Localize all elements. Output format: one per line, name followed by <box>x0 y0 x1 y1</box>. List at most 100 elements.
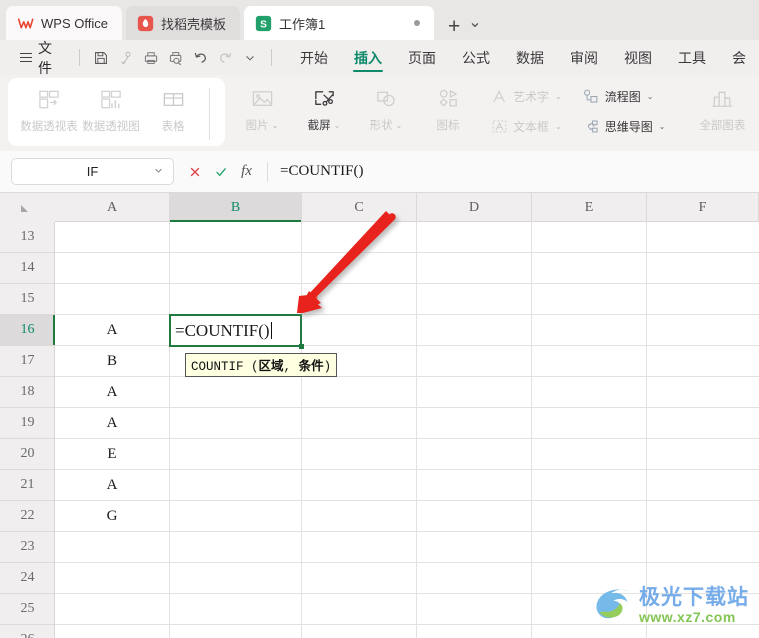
ribbon-tab-tools[interactable]: 工具 <box>665 40 719 75</box>
unsaved-indicator-dot <box>413 20 420 26</box>
chevron-down-icon[interactable]: ⌄ <box>659 122 666 131</box>
tab-label: WPS Office <box>41 15 108 31</box>
cell-a17[interactable]: B <box>55 346 169 377</box>
function-icon: fx <box>241 163 252 179</box>
all-charts-button[interactable]: 全部图表 <box>691 80 753 133</box>
all-charts-label: 全部图表 <box>699 120 746 132</box>
chevron-down-icon[interactable]: ⌄ <box>334 121 341 130</box>
cell-a18[interactable]: A <box>55 377 169 408</box>
row-header-22[interactable]: 22 <box>0 501 55 532</box>
chevron-down-icon[interactable]: ⌄ <box>272 121 279 130</box>
column-header-a[interactable]: A <box>55 193 170 222</box>
row-header-16[interactable]: 16 <box>0 315 55 346</box>
row-header-15[interactable]: 15 <box>0 284 55 315</box>
tab-wps-office-home[interactable]: WPS Office <box>6 6 122 40</box>
print-icon[interactable] <box>138 46 163 70</box>
ribbon-tab-formula[interactable]: 公式 <box>449 40 503 75</box>
row-header-14[interactable]: 14 <box>0 253 55 284</box>
formula-action-buttons: fx <box>183 160 258 183</box>
table-button[interactable]: 表格 <box>142 81 204 134</box>
share-icon[interactable] <box>114 46 139 70</box>
textbox-button[interactable]: 文本框 ⌄ <box>483 111 569 141</box>
tooltip-close-paren: ) <box>323 360 332 374</box>
icons-label: 图标 <box>436 120 460 132</box>
row-header-21[interactable]: 21 <box>0 470 55 501</box>
ribbon-tab-member[interactable]: 会 <box>719 40 759 75</box>
cell-a16[interactable]: A <box>55 315 169 346</box>
pivot-chart-button[interactable]: 数据透视图 <box>80 81 142 134</box>
ribbon-group-illustrations: 图片 ⌄ 截屏 ⌄ 形状 ⌄ 图标 <box>231 78 479 146</box>
row-header-13[interactable]: 13 <box>0 222 55 253</box>
ribbon-group-charts: 全部图表 ⌄ <box>691 78 759 146</box>
tab-workbook-1[interactable]: S 工作簿1 <box>243 6 434 40</box>
pivot-chart-icon <box>99 87 124 113</box>
tab-docer-template[interactable]: 找稻壳模板 <box>125 6 240 40</box>
ribbon-toolbar: 数据透视表 数据透视图 表格 图片 ⌄ 截屏 ⌄ 形状 ⌄ 图标 艺术字 ⌄ 文… <box>0 75 759 151</box>
flowchart-button[interactable]: 流程图 ⌄ <box>575 81 673 111</box>
icons-button[interactable]: 图标 <box>417 80 479 133</box>
pivot-table-button[interactable]: 数据透视表 <box>18 81 80 134</box>
redo-icon[interactable] <box>213 46 238 70</box>
row-header-20[interactable]: 20 <box>0 439 55 470</box>
ribbon-group-text: 艺术字 ⌄ 文本框 ⌄ <box>483 78 569 142</box>
picture-button[interactable]: 图片 ⌄ <box>231 80 293 133</box>
confirm-formula-button[interactable] <box>209 160 232 183</box>
file-menu-button[interactable]: 文件 <box>12 38 70 78</box>
formula-input[interactable]: =COUNTIF() <box>277 158 759 185</box>
screenshot-button[interactable]: 截屏 ⌄ <box>293 80 355 133</box>
mindmap-button[interactable]: 思维导图 ⌄ <box>575 111 673 141</box>
ribbon-tab-data[interactable]: 数据 <box>503 40 557 75</box>
ribbon-tab-page[interactable]: 页面 <box>395 40 449 75</box>
undo-icon[interactable] <box>188 46 213 70</box>
gridline <box>55 283 759 284</box>
name-box[interactable]: IF <box>11 158 174 185</box>
column-header-c[interactable]: C <box>302 193 417 222</box>
row-header-17[interactable]: 17 <box>0 346 55 377</box>
fill-handle[interactable] <box>299 344 304 349</box>
customize-chevron-down-icon[interactable] <box>237 46 262 70</box>
chevron-down-icon[interactable]: ⌄ <box>396 121 403 130</box>
spreadsheet-grid: A B C D E F 13 14 15 16 17 18 19 20 21 2… <box>0 193 759 638</box>
row-header-23[interactable]: 23 <box>0 532 55 563</box>
active-cell-b16[interactable]: =COUNTIF() <box>169 314 302 347</box>
ribbon-tab-start[interactable]: 开始 <box>287 40 341 75</box>
cell-a21[interactable]: A <box>55 470 169 501</box>
tab-list-chevron-down-icon[interactable]: ⌄ <box>468 12 481 32</box>
icons-icon <box>436 86 461 112</box>
row-header-18[interactable]: 18 <box>0 377 55 408</box>
select-all-corner[interactable] <box>0 193 55 222</box>
row-header-26[interactable]: 26 <box>0 625 55 638</box>
new-tab-button[interactable]: + <box>444 16 464 37</box>
gridline <box>55 252 759 253</box>
chevron-down-icon[interactable] <box>153 164 164 179</box>
print-preview-icon[interactable] <box>163 46 188 70</box>
row-header-25[interactable]: 25 <box>0 594 55 625</box>
insert-function-button[interactable]: fx <box>235 160 258 183</box>
cancel-formula-button[interactable] <box>183 160 206 183</box>
gridline <box>646 222 647 638</box>
ribbon-tab-review[interactable]: 审阅 <box>557 40 611 75</box>
shapes-button[interactable]: 形状 ⌄ <box>355 80 417 133</box>
column-header-b[interactable]: B <box>170 193 302 222</box>
column-header-f[interactable]: F <box>647 193 759 222</box>
cell-a19[interactable]: A <box>55 408 169 439</box>
ribbon-tab-insert[interactable]: 插入 <box>341 40 395 75</box>
ribbon-tab-view[interactable]: 视图 <box>611 40 665 75</box>
row-header-19[interactable]: 19 <box>0 408 55 439</box>
chevron-down-icon[interactable]: ⌄ <box>555 122 562 131</box>
row-header-24[interactable]: 24 <box>0 563 55 594</box>
all-charts-icon <box>710 86 735 112</box>
bar-chart-button[interactable]: ⌄ <box>755 83 759 113</box>
watermark-text: 极光下载站 www.xz7.com <box>639 587 749 624</box>
mindmap-icon <box>582 117 600 135</box>
column-header-d[interactable]: D <box>417 193 532 222</box>
cell-a20[interactable]: E <box>55 439 169 470</box>
cell-a22[interactable]: G <box>55 501 169 532</box>
chevron-down-icon[interactable]: ⌄ <box>647 92 654 101</box>
flowchart-label: 流程图 <box>604 89 641 104</box>
wordart-button[interactable]: 艺术字 ⌄ <box>483 81 569 111</box>
pie-chart-button[interactable]: ⌄ <box>755 113 759 143</box>
chevron-down-icon[interactable]: ⌄ <box>555 92 562 101</box>
save-icon[interactable] <box>89 46 114 70</box>
column-header-e[interactable]: E <box>532 193 647 222</box>
